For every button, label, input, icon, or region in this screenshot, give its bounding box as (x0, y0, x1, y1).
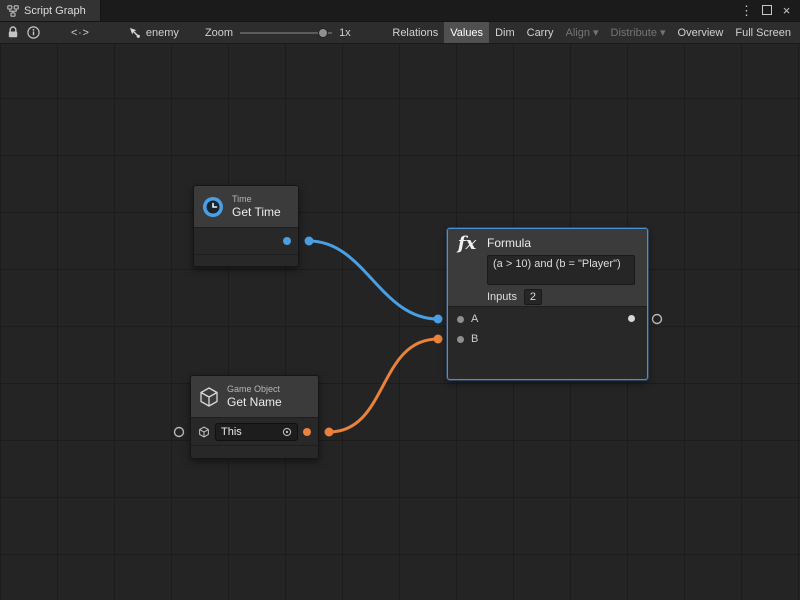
node-title: Get Name (227, 395, 282, 409)
node-formula[interactable]: fx Formula (a > 10) and (b = "Player") I… (447, 228, 648, 380)
chevron-down-icon: ▾ (660, 26, 666, 39)
graph-canvas[interactable] (0, 44, 800, 600)
maximize-icon (762, 5, 772, 15)
window-maximize-button[interactable] (758, 0, 775, 21)
window-close-button[interactable]: × (778, 0, 795, 21)
formula-expression-input[interactable]: (a > 10) and (b = "Player") (487, 255, 635, 285)
code-view-button[interactable]: <∙> (71, 27, 90, 39)
info-button[interactable] (23, 22, 43, 44)
formula-inputs-count-input[interactable]: 2 (524, 289, 542, 305)
carry-button[interactable]: Carry (521, 22, 560, 43)
object-picker-icon (282, 427, 292, 437)
cube-icon (198, 386, 220, 408)
target-object-field[interactable]: This (215, 423, 298, 441)
cube-icon-small (198, 426, 210, 438)
node-get-name-footer (191, 445, 318, 458)
node-get-name-header: Game Object Get Name (191, 376, 318, 418)
graph-toolbar: <∙> enemy Zoom 1x Relations Values Dim C… (0, 22, 800, 44)
graph-reference[interactable]: enemy (128, 26, 179, 39)
zoom-label: Zoom (205, 27, 233, 39)
node-get-name-body: This (191, 418, 318, 445)
zoom-slider[interactable] (240, 27, 332, 39)
toolbar-buttons: Relations Values Dim Carry Align ▾ Distr… (386, 22, 797, 43)
lock-button[interactable] (3, 22, 23, 44)
node-category: Game Object (227, 384, 282, 395)
formula-input-port-b[interactable] (457, 336, 464, 343)
formula-output-port[interactable] (628, 315, 635, 322)
graph-name-label: enemy (146, 27, 179, 39)
tab-title: Script Graph (24, 5, 86, 17)
formula-fx-icon: fx (454, 233, 480, 254)
port-a-label: A (471, 313, 478, 325)
formula-port-row-a: A (448, 310, 647, 328)
script-graph-icon (7, 5, 19, 17)
target-object-value: This (221, 426, 279, 438)
tab-script-graph[interactable]: Script Graph (0, 0, 101, 21)
formula-input-port-a[interactable] (457, 316, 464, 323)
script-graph-window: Script Graph ⋮ × <∙> (0, 0, 800, 600)
overview-button[interactable]: Overview (672, 22, 730, 43)
zoom-value: 1x (339, 27, 351, 39)
zoom-control: Zoom 1x (205, 27, 351, 39)
get-time-output-port[interactable] (283, 237, 291, 245)
values-button[interactable]: Values (444, 22, 489, 43)
node-get-time-header: Time Get Time (194, 186, 298, 228)
window-controls: ⋮ × (738, 0, 800, 21)
node-get-time-footer (194, 254, 298, 266)
distribute-dropdown[interactable]: Distribute ▾ (605, 22, 672, 43)
node-title: Formula (487, 236, 531, 250)
window-menu-button[interactable]: ⋮ (738, 0, 755, 21)
align-dropdown[interactable]: Align ▾ (560, 22, 605, 43)
node-category: Time (232, 194, 281, 205)
zoom-slider-handle[interactable] (318, 28, 328, 38)
info-icon (27, 26, 40, 39)
formula-port-row-b: B (448, 330, 647, 348)
clock-icon (201, 195, 225, 219)
chevron-down-icon: ▾ (593, 26, 599, 39)
node-formula-header: fx Formula (a > 10) and (b = "Player") I… (448, 229, 647, 307)
full-screen-button[interactable]: Full Screen (729, 22, 797, 43)
node-get-time[interactable]: Time Get Time (193, 185, 299, 267)
get-name-output-port[interactable] (303, 428, 311, 436)
node-get-time-body (194, 228, 298, 254)
graph-pointer-icon (128, 26, 141, 39)
node-title: Get Time (232, 205, 281, 219)
relations-button[interactable]: Relations (386, 22, 444, 43)
formula-inputs-label: Inputs (487, 291, 517, 303)
dim-button[interactable]: Dim (489, 22, 521, 43)
port-b-label: B (471, 333, 478, 345)
lock-icon (7, 26, 19, 39)
titlebar: Script Graph ⋮ × (0, 0, 800, 22)
node-get-name[interactable]: Game Object Get Name This (190, 375, 319, 459)
